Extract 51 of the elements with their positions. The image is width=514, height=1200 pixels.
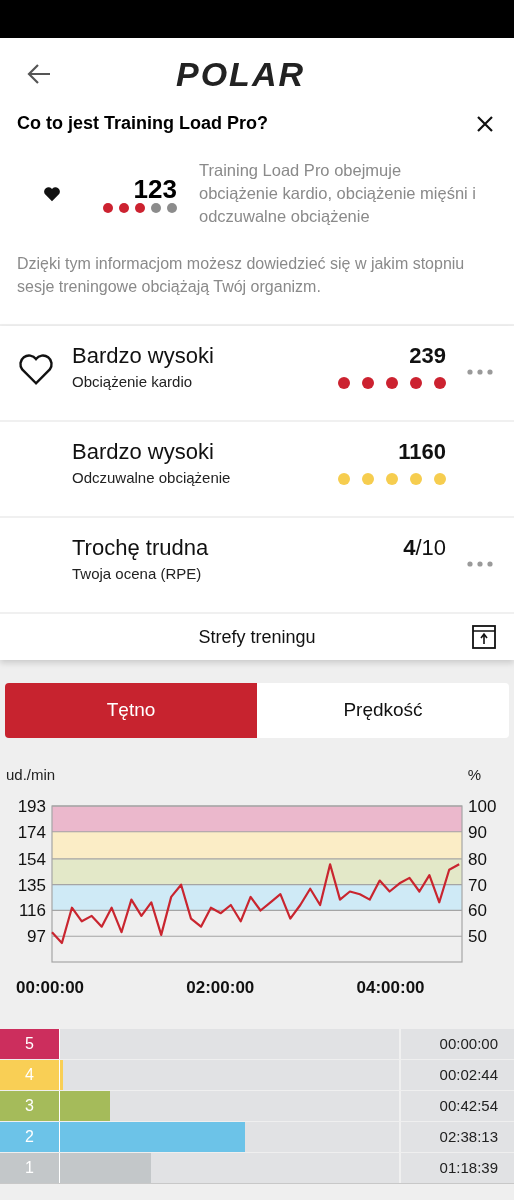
zone-number: 1 bbox=[24, 1158, 35, 1178]
load-score: 123 bbox=[133, 174, 177, 203]
load-value: 4/10 bbox=[403, 534, 446, 562]
zone-time: 00:02:44 bbox=[439, 1064, 498, 1085]
y-tick-label: 97 bbox=[27, 927, 46, 947]
y-tick-label: 90 bbox=[468, 822, 487, 842]
y-tick-label: 60 bbox=[468, 901, 487, 921]
x-tick-label: 04:00:00 bbox=[356, 978, 425, 997]
load-type: Odczuwalne obciążenie bbox=[72, 468, 231, 488]
back-arrow-icon[interactable] bbox=[26, 63, 52, 85]
load-type: Twoja ocena (RPE) bbox=[72, 564, 203, 584]
load-value: 239 bbox=[409, 342, 446, 370]
y-tick-label: 154 bbox=[17, 849, 46, 869]
heart-icon bbox=[43, 185, 61, 202]
load-value: 1160 bbox=[398, 438, 446, 466]
y-axis-unit: ud./min bbox=[6, 765, 56, 784]
more-icon[interactable] bbox=[466, 560, 494, 568]
zone-number: 3 bbox=[24, 1096, 35, 1116]
more-icon[interactable] bbox=[466, 368, 494, 376]
zone-time: 02:38:13 bbox=[439, 1126, 498, 1147]
zone-time: 01:18:39 bbox=[439, 1157, 498, 1178]
load-level: Bardzo wysoki bbox=[72, 342, 214, 370]
zone-time: 00:42:54 bbox=[439, 1095, 498, 1116]
logo: POLAR bbox=[176, 54, 305, 94]
info-note: Dzięki tym informacjom możesz dowiedzieć się w jakim stopniu sesje treningowe obciążają Twój organizm. bbox=[17, 254, 466, 297]
y-tick-label: 135 bbox=[17, 875, 46, 895]
close-icon[interactable] bbox=[476, 114, 494, 133]
y-axis-unit: % bbox=[467, 765, 481, 784]
info-description: Training Load Pro obejmuje obciążenie kardio, obciążenie mięśni i odczuwalne obciążenie bbox=[199, 160, 477, 227]
y-tick-label: 174 bbox=[17, 822, 46, 842]
load-level: Trochę trudna bbox=[72, 534, 209, 562]
y-tick-label: 116 bbox=[18, 901, 46, 921]
load-type: Obciążenie kardio bbox=[72, 372, 194, 392]
x-tick-label: 02:00:00 bbox=[186, 978, 255, 997]
zone-time: 00:00:00 bbox=[439, 1033, 498, 1054]
zone-number: 2 bbox=[24, 1127, 35, 1147]
y-tick-label: 80 bbox=[468, 849, 487, 869]
load-level: Bardzo wysoki bbox=[72, 438, 215, 466]
info-title: Co to jest Training Load Pro? bbox=[17, 112, 268, 135]
chart-tab[interactable]: Prędkość bbox=[257, 683, 509, 738]
training-zones-link[interactable]: Strefy treningu bbox=[198, 623, 316, 651]
y-tick-label: 50 bbox=[468, 927, 487, 947]
export-icon[interactable] bbox=[472, 625, 496, 649]
y-tick-label: 100 bbox=[468, 797, 497, 816]
zone-number: 5 bbox=[24, 1034, 35, 1054]
zone-number: 4 bbox=[24, 1065, 35, 1085]
y-tick-label: 193 bbox=[17, 797, 46, 816]
heart-outline-icon bbox=[18, 352, 54, 386]
x-tick-label: 00:00:00 bbox=[16, 978, 85, 997]
y-tick-label: 70 bbox=[468, 875, 487, 895]
chart-tab[interactable]: Tętno bbox=[5, 683, 257, 738]
